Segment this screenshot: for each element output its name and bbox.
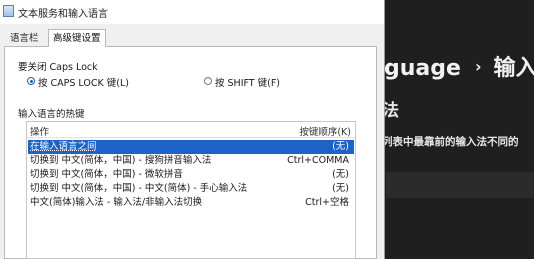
chevron-right-icon: › xyxy=(474,57,482,76)
list-header: 操作 按键顺序(K) xyxy=(27,122,355,138)
row-action: 中文(简体)输入法 - 输入法/非输入法切换 xyxy=(30,197,203,208)
caps-lock-radio-label[interactable]: 按 CAPS LOCK 键(L) xyxy=(38,75,129,89)
settings-row[interactable] xyxy=(386,172,534,198)
row-action: 切换到 中文(简体，中国) - 微软拼音 xyxy=(30,169,183,180)
keyboard-app-icon xyxy=(3,5,14,17)
table-row[interactable]: 在输入语言之间 (无) xyxy=(28,140,354,154)
row-key-sequence: (无) xyxy=(332,183,349,194)
breadcrumb-item-language[interactable]: guage xyxy=(384,56,461,81)
table-row[interactable]: 切换到 中文(简体，中国) - 微软拼音 (无) xyxy=(28,168,354,182)
row-action: 切换到 中文(简体，中国) - 中文(简体) - 手心输入法 xyxy=(30,183,248,194)
row-action: 切换到 中文(简体，中国) - 搜狗拼音输入法 xyxy=(30,155,212,166)
table-row[interactable]: 切换到 中文(简体，中国) - 搜狗拼音输入法 Ctrl+COMMA xyxy=(28,154,354,168)
column-header-key-sequence[interactable]: 按键顺序(K) xyxy=(299,124,351,138)
caps-lock-radio[interactable] xyxy=(27,77,35,85)
table-row[interactable]: 中文(简体)输入法 - 输入法/非输入法切换 Ctrl+空格 xyxy=(28,196,354,210)
row-action: 在输入语言之间 xyxy=(30,141,97,152)
caps-lock-heading: 要关闭 Caps Lock xyxy=(18,62,98,73)
section-description: 列表中最靠前的输入法不同的 xyxy=(382,136,519,148)
title-bar[interactable]: 文本服务和输入语言 xyxy=(0,0,384,24)
shift-radio-label[interactable]: 按 SHIFT 键(F) xyxy=(215,75,280,89)
table-row[interactable]: 切换到 中文(简体，中国) - 中文(简体) - 手心输入法 (无) xyxy=(28,182,354,196)
row-key-sequence: Ctrl+空格 xyxy=(305,197,349,208)
tab-language-bar[interactable]: 语言栏 xyxy=(6,31,43,46)
row-key-sequence: Ctrl+COMMA xyxy=(287,155,349,166)
shift-radio[interactable] xyxy=(204,77,212,85)
text-services-dialog: 文本服务和输入语言 语言栏 高级键设置 要关闭 Caps Lock 按 CAPS… xyxy=(0,0,385,259)
breadcrumb-item-input: 输入 xyxy=(493,56,534,81)
hotkeys-list[interactable]: 操作 按键顺序(K) 在输入语言之间 (无) 切换到 中文(简体，中国) - 搜… xyxy=(26,121,356,259)
row-key-sequence: (无) xyxy=(332,169,349,180)
breadcrumb: guage › 输入 xyxy=(384,50,534,82)
column-header-action[interactable]: 操作 xyxy=(30,124,49,138)
row-key-sequence: (无) xyxy=(332,141,349,152)
window-title: 文本服务和输入语言 xyxy=(18,9,108,20)
tab-advanced-key-settings[interactable]: 高级键设置 xyxy=(48,29,106,47)
hotkeys-heading: 输入语言的热键 xyxy=(18,109,85,120)
